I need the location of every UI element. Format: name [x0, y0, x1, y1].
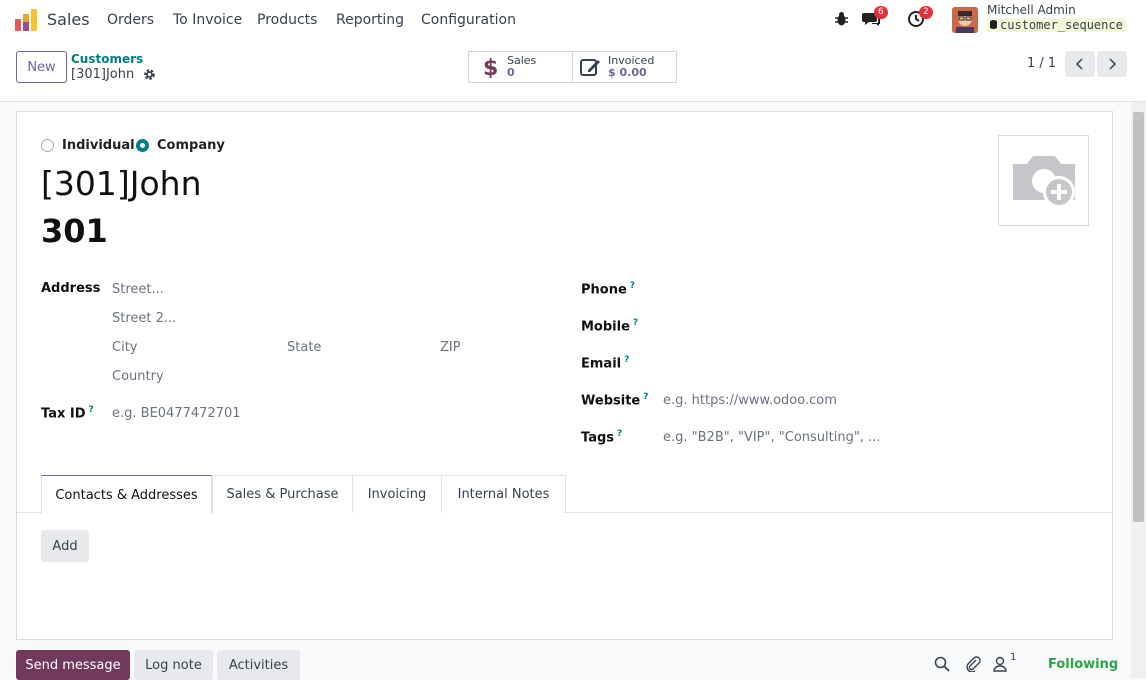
phone-label-text: Phone	[581, 282, 627, 298]
partner-name-field[interactable]: [301]John	[41, 164, 202, 203]
tags-label-text: Tags	[581, 430, 615, 446]
tab-internal-notes[interactable]: Internal Notes	[441, 475, 566, 513]
phone-label: Phone?	[581, 281, 635, 297]
stat-button-invoiced[interactable]: Invoiced $ 0.00	[572, 51, 677, 83]
breadcrumb-current: [301]John	[71, 67, 135, 82]
radio-company-label: Company	[157, 138, 225, 153]
menu-configuration[interactable]: Configuration	[421, 12, 516, 28]
user-icon	[993, 656, 1007, 672]
pager-value[interactable]: 1 / 1	[1027, 56, 1056, 71]
address-label: Address	[41, 281, 101, 296]
followers-button[interactable]: 1	[993, 652, 1019, 672]
state-select[interactable]: State	[287, 340, 321, 355]
radio-company[interactable]: Company	[136, 138, 225, 153]
gear-icon[interactable]	[143, 68, 156, 81]
top-navbar: Sales Orders To Invoice Products Reporti…	[0, 0, 1146, 40]
mobile-label: Mobile?	[581, 318, 638, 334]
stat-sales-value: 0	[507, 66, 515, 79]
add-contact-button[interactable]: Add	[41, 530, 89, 562]
city-input[interactable]: City	[112, 340, 137, 355]
menu-to-invoice[interactable]: To Invoice	[173, 12, 242, 28]
email-label-text: Email	[581, 356, 622, 372]
tab-sales-purchase[interactable]: Sales & Purchase	[212, 475, 353, 513]
menu-reporting[interactable]: Reporting	[336, 12, 404, 28]
tags-label: Tags?	[581, 429, 622, 445]
stat-button-sales[interactable]: $ Sales 0	[468, 51, 573, 83]
email-label: Email?	[581, 355, 629, 371]
menu-products[interactable]: Products	[257, 12, 317, 28]
email-help-icon[interactable]: ?	[624, 355, 629, 365]
tab-contacts-addresses[interactable]: Contacts & Addresses	[41, 475, 212, 514]
street2-input[interactable]: Street 2...	[112, 311, 176, 326]
send-message-button[interactable]: Send message	[16, 650, 130, 680]
messages-badge: 6	[874, 6, 888, 19]
form-sheet: Individual Company [301]John 301 Address…	[16, 111, 1113, 640]
stat-invoiced-value: $ 0.00	[608, 66, 647, 79]
tax-id-help-icon[interactable]: ?	[89, 405, 94, 415]
following-button[interactable]: Following	[1048, 657, 1118, 672]
tags-help-icon[interactable]: ?	[617, 429, 622, 439]
tab-invoicing[interactable]: Invoicing	[352, 475, 442, 513]
followers-count: 1	[1010, 652, 1017, 663]
radio-individual-label: Individual	[62, 138, 135, 153]
svg-text:$: $	[483, 56, 497, 78]
tax-id-label: Tax ID?	[41, 405, 94, 421]
log-note-button[interactable]: Log note	[134, 650, 213, 680]
activities-button[interactable]: Activities	[217, 650, 300, 680]
mobile-label-text: Mobile	[581, 319, 630, 335]
website-input[interactable]: e.g. https://www.odoo.com	[663, 393, 837, 408]
website-label: Website?	[581, 392, 648, 408]
chevron-right-icon	[1109, 58, 1117, 70]
control-panel: New Customers [301]John $ Sales 0 Invoic…	[0, 40, 1146, 102]
new-button[interactable]: New	[16, 51, 67, 83]
chevron-left-icon	[1075, 58, 1083, 70]
tax-id-label-text: Tax ID	[41, 406, 86, 422]
app-name[interactable]: Sales	[47, 10, 90, 29]
country-select[interactable]: Country	[112, 369, 164, 384]
radio-individual[interactable]: Individual	[41, 138, 135, 153]
invoice-edit-icon	[580, 59, 600, 76]
breadcrumb-customers[interactable]: Customers	[71, 52, 143, 66]
zip-input[interactable]: ZIP	[440, 340, 461, 355]
search-icon[interactable]	[934, 656, 950, 672]
scrollbar-thumb[interactable]	[1133, 112, 1144, 522]
website-label-text: Website	[581, 393, 641, 409]
street-input[interactable]: Street...	[112, 282, 164, 297]
radio-individual-circle[interactable]	[41, 139, 54, 152]
pager-previous-button[interactable]	[1065, 51, 1095, 77]
scrollbar[interactable]	[1131, 102, 1146, 678]
mobile-help-icon[interactable]: ?	[633, 318, 638, 328]
tags-input[interactable]: e.g. "B2B", "VIP", "Consulting", ...	[663, 430, 880, 445]
activities-badge: 2	[919, 6, 933, 19]
sales-app-icon[interactable]	[15, 9, 37, 31]
partner-reference[interactable]: 301	[41, 212, 108, 250]
radio-company-circle[interactable]	[136, 139, 149, 152]
website-help-icon[interactable]: ?	[643, 392, 648, 402]
activities-button[interactable]: 2	[907, 6, 933, 30]
pager-next-button[interactable]	[1097, 51, 1127, 77]
dollar-icon: $	[483, 56, 497, 78]
database-name: customer_sequence	[987, 18, 1126, 32]
phone-help-icon[interactable]: ?	[630, 281, 635, 291]
messages-button[interactable]: 6	[862, 6, 888, 30]
database-icon	[990, 20, 997, 29]
database-label: customer_sequence	[1000, 18, 1123, 32]
menu-orders[interactable]: Orders	[107, 12, 154, 28]
debug-bug-icon[interactable]	[834, 11, 849, 27]
user-avatar[interactable]	[952, 7, 978, 33]
user-name[interactable]: Mitchell Admin	[987, 3, 1076, 17]
photo-upload[interactable]	[998, 135, 1089, 226]
camera-add-icon	[1012, 155, 1075, 208]
paperclip-icon[interactable]	[965, 656, 981, 672]
tax-id-input[interactable]: e.g. BE0477472701	[112, 406, 241, 421]
